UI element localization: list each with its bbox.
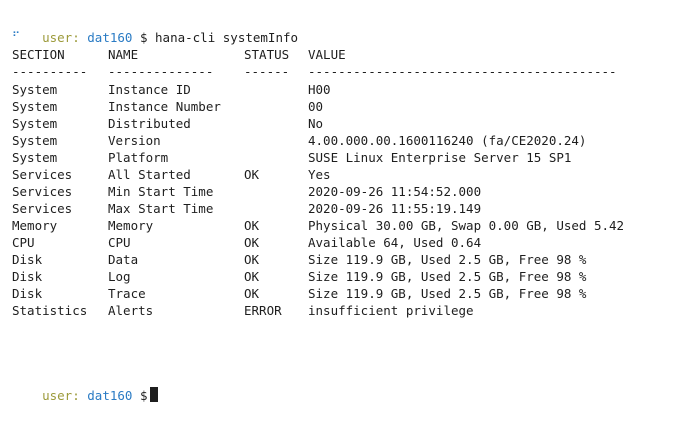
row-name: Memory (108, 218, 154, 233)
row-section: System (12, 99, 58, 114)
row-value: 2020-09-26 11:54:52.000 (308, 184, 482, 199)
separator-section: ---------- (12, 64, 88, 79)
row-section: System (12, 116, 58, 131)
final-prompt-user: user: (42, 388, 80, 403)
command-text: hana-cli systemInfo (155, 30, 299, 45)
row-status: OK (244, 286, 260, 301)
header-name: NAME (108, 47, 139, 62)
row-status: OK (244, 167, 260, 182)
final-prompt-symbol: $ (139, 388, 148, 403)
command-line: user: dat160 $ hana-cli systemInfo (12, 12, 298, 45)
row-section: Statistics (12, 303, 88, 318)
row-name: Alerts (108, 303, 154, 318)
row-section: Services (12, 184, 73, 199)
row-status: ERROR (244, 303, 282, 318)
table-separator-row: ---------- -------------- ------ -------… (12, 63, 617, 80)
row-section: System (12, 150, 58, 165)
row-section: System (12, 82, 58, 97)
row-section: Services (12, 201, 73, 216)
row-section: Disk (12, 269, 43, 284)
header-status: STATUS (244, 47, 290, 62)
final-prompt-host: dat160 (87, 388, 133, 403)
header-section: SECTION (12, 47, 65, 62)
row-name: Min Start Time (108, 184, 214, 199)
row-section: Memory (12, 218, 58, 233)
row-value: 00 (308, 99, 324, 114)
row-value: insufficient privilege (308, 303, 474, 318)
row-value: Size 119.9 GB, Used 2.5 GB, Free 98 % (308, 252, 587, 267)
cursor-block (149, 387, 158, 402)
row-value: 4.00.000.00.1600116240 (fa/CE2020.24) (308, 133, 587, 148)
row-section: CPU (12, 235, 35, 250)
row-value: Size 119.9 GB, Used 2.5 GB, Free 98 % (308, 286, 587, 301)
separator-status: ------ (244, 64, 290, 79)
prompt-symbol: $ (139, 30, 148, 45)
row-name: All Started (108, 167, 191, 182)
row-status: OK (244, 235, 260, 250)
row-value: Available 64, Used 0.64 (308, 235, 482, 250)
row-name: Distributed (108, 116, 191, 131)
row-name: Instance ID (108, 82, 191, 97)
prompt-host: dat160 (87, 30, 133, 45)
row-name: Trace (108, 286, 146, 301)
row-name: Max Start Time (108, 201, 214, 216)
row-name: Platform (108, 150, 169, 165)
row-value: Size 119.9 GB, Used 2.5 GB, Free 98 % (308, 269, 587, 284)
row-name: Version (108, 133, 161, 148)
row-value: SUSE Linux Enterprise Server 15 SP1 (308, 150, 572, 165)
row-value: 2020-09-26 11:55:19.149 (308, 201, 482, 216)
row-name: CPU (108, 235, 131, 250)
row-section: Disk (12, 252, 43, 267)
row-value: Yes (308, 167, 331, 182)
row-name: Instance Number (108, 99, 221, 114)
row-value: No (308, 116, 324, 131)
row-status: OK (244, 218, 260, 233)
final-prompt-line: user: dat160 $ (12, 370, 158, 403)
row-name: Data (108, 252, 139, 267)
row-section: System (12, 133, 58, 148)
row-status: OK (244, 252, 260, 267)
spinner-icon: ⠋ (12, 30, 21, 43)
separator-name: -------------- (108, 64, 214, 79)
row-status: OK (244, 269, 260, 284)
row-value: Physical 30.00 GB, Swap 0.00 GB, Used 5.… (308, 218, 625, 233)
row-value: H00 (308, 82, 331, 97)
table-header-row: SECTION NAME STATUS VALUE (12, 46, 346, 63)
header-value: VALUE (308, 47, 346, 62)
prompt-user: user: (42, 30, 80, 45)
row-section: Services (12, 167, 73, 182)
row-section: Disk (12, 286, 43, 301)
row-name: Log (108, 269, 131, 284)
separator-value: ----------------------------------------… (308, 64, 617, 79)
terminal-window[interactable]: user: dat160 $ hana-cli systemInfo ⠋ SEC… (0, 0, 686, 412)
